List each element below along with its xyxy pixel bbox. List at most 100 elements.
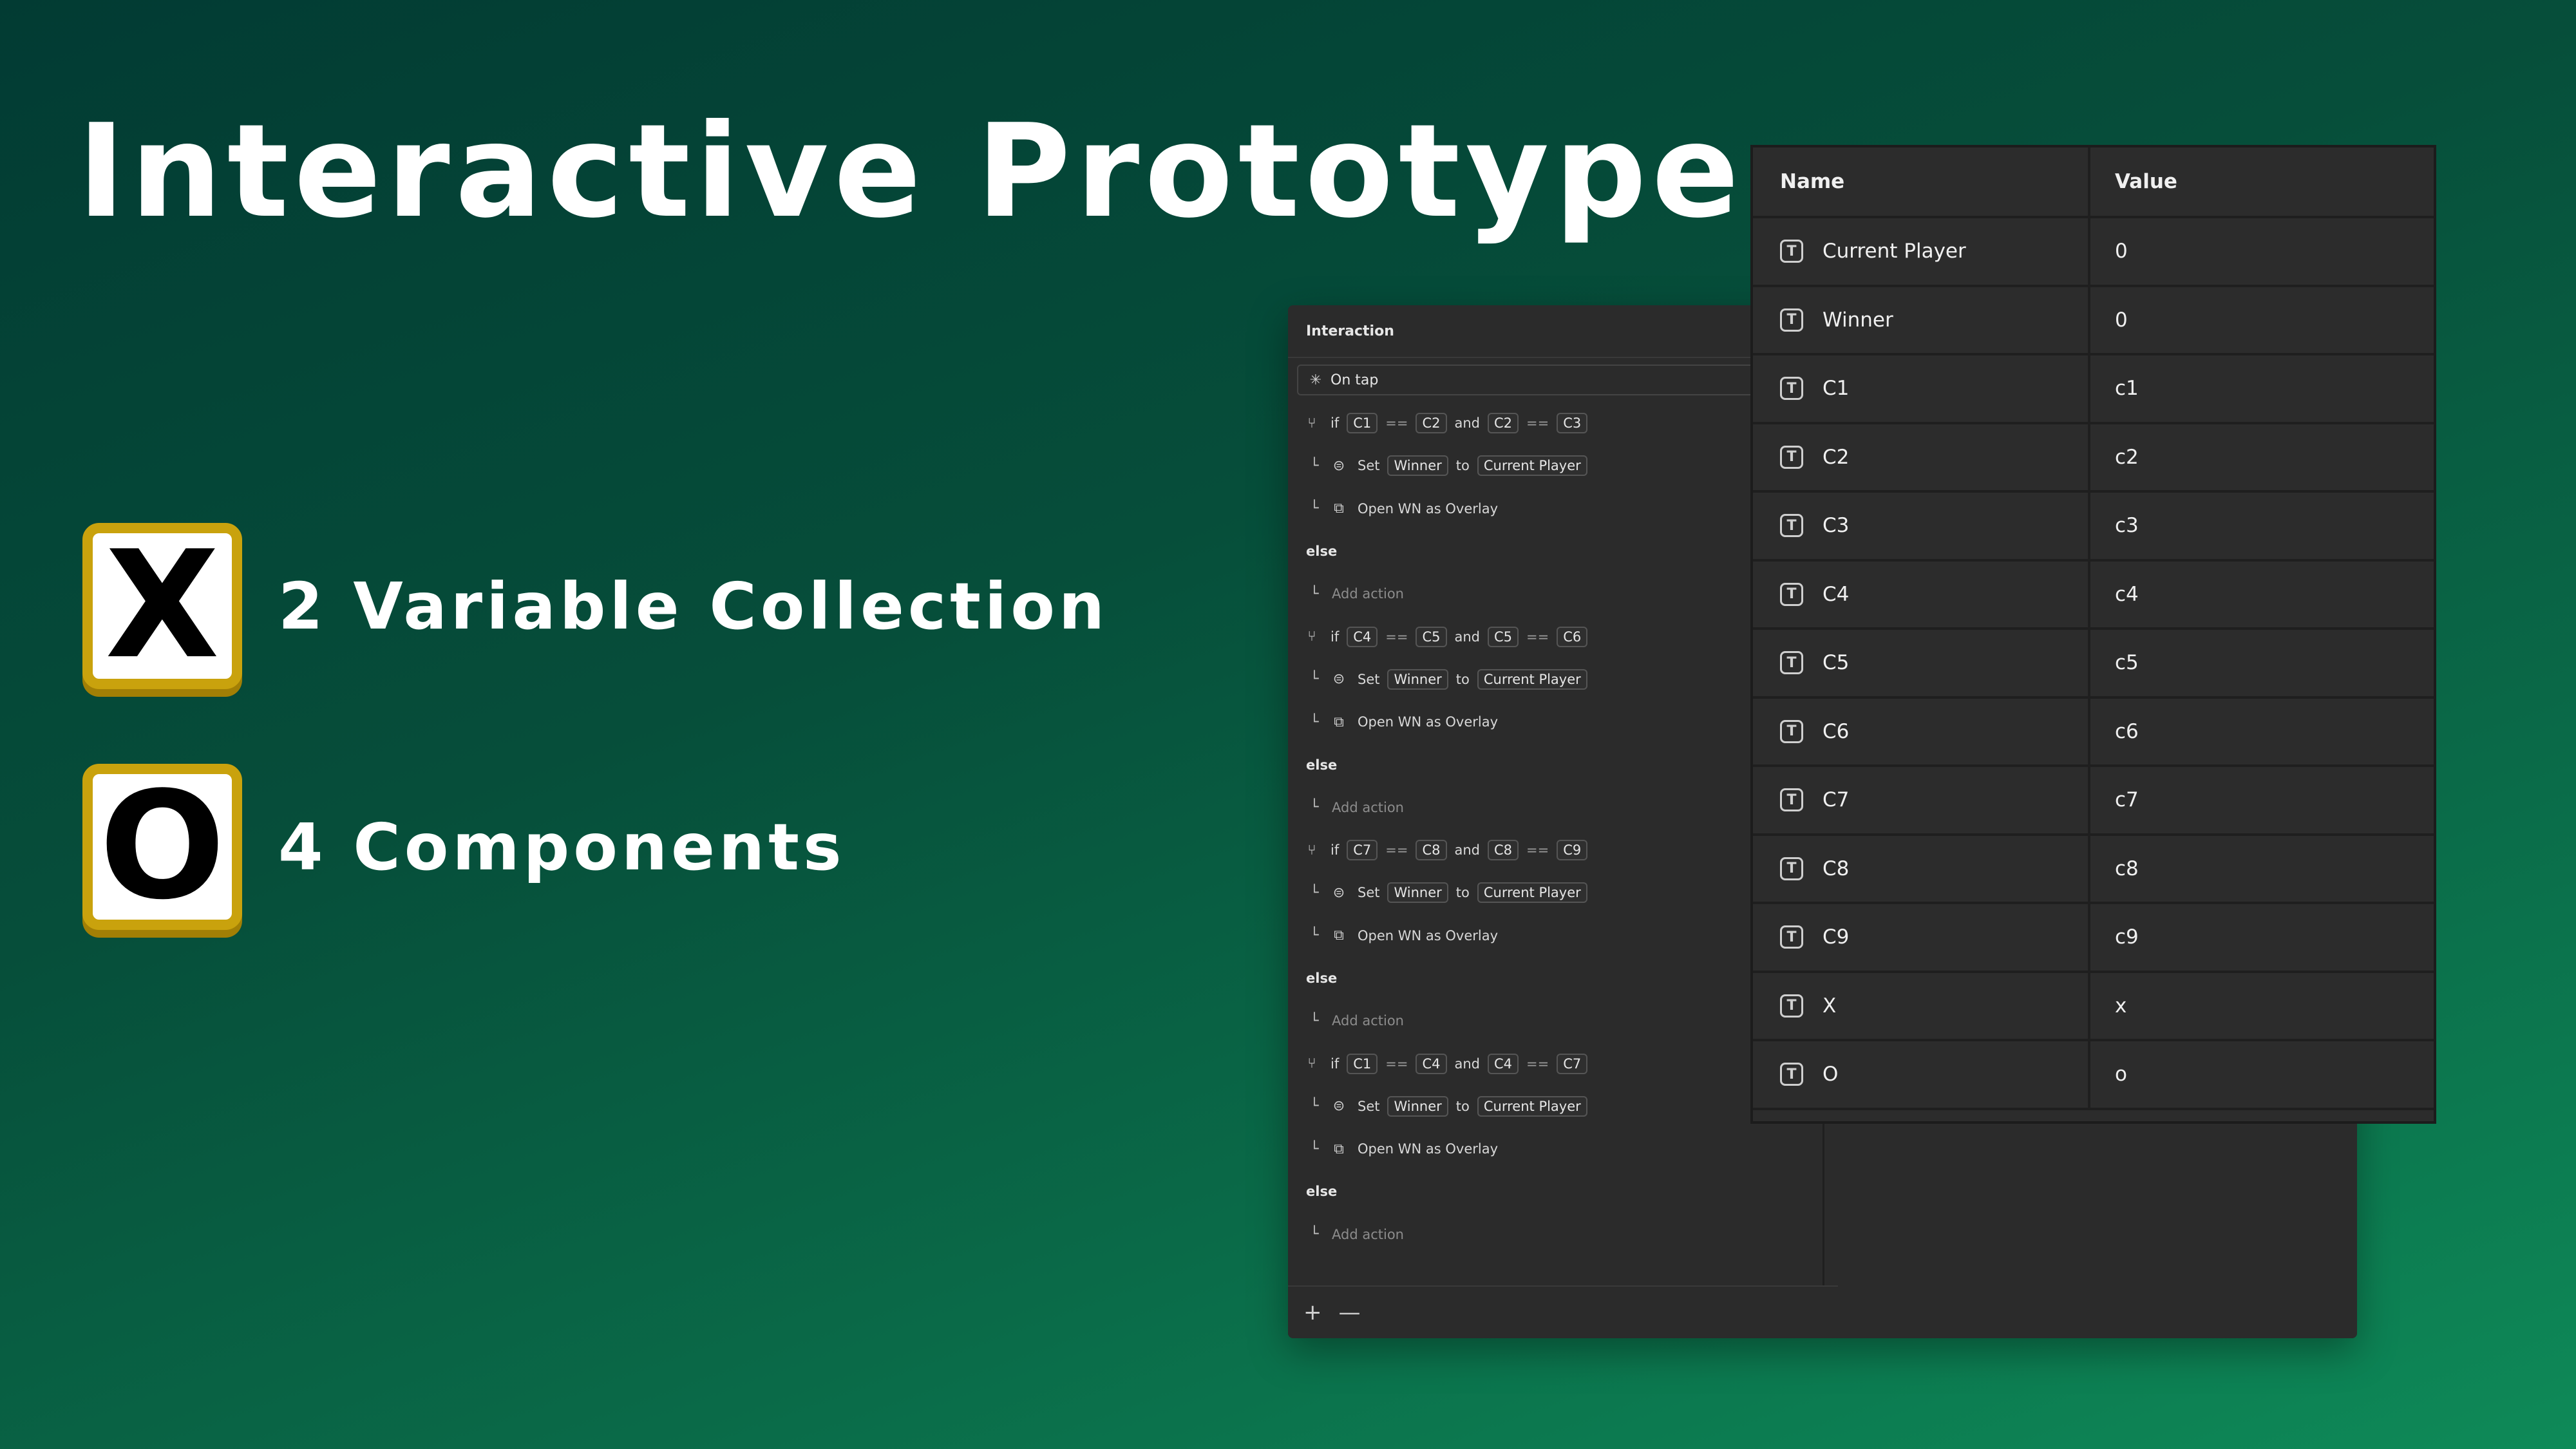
variable-chip[interactable]: C4 (1416, 1053, 1447, 1074)
variable-value[interactable]: c6 (2090, 699, 2434, 765)
variable-chip[interactable]: Current Player (1477, 668, 1587, 690)
variable-chip[interactable]: C1 (1347, 413, 1378, 434)
variable-name: Current Player (1823, 240, 1966, 263)
variable-value[interactable]: c1 (2090, 355, 2434, 422)
variable-name: X (1823, 994, 1837, 1018)
set-variable-row[interactable]: └ ⊜ Set Winner to Current Player (1301, 444, 1823, 487)
variable-chip[interactable]: C9 (1557, 840, 1588, 861)
variable-chip[interactable]: C2 (1416, 413, 1447, 434)
variable-value[interactable]: c5 (2090, 630, 2434, 696)
add-action-row[interactable]: └ Add action (1301, 1213, 1823, 1256)
variable-chip[interactable]: C1 (1347, 1053, 1378, 1074)
set-variable-row[interactable]: └ ⊜ Set Winner to Current Player (1301, 871, 1823, 914)
table-row[interactable]: T C1 c1 (1753, 355, 2434, 424)
variable-value[interactable]: c4 (2090, 562, 2434, 628)
variable-value[interactable]: c7 (2090, 767, 2434, 833)
variable-chip[interactable]: C7 (1347, 840, 1378, 861)
variable-value[interactable]: 0 (2090, 218, 2434, 285)
variable-chip[interactable]: Winner (1387, 455, 1448, 477)
add-action-row[interactable]: └ Add action (1301, 786, 1823, 829)
variable-value[interactable]: c8 (2090, 836, 2434, 902)
variable-value[interactable]: 0 (2090, 287, 2434, 354)
set-variable-row[interactable]: └ ⊜ Set Winner to Current Player (1301, 658, 1823, 701)
remove-icon[interactable]: — (1339, 1300, 1361, 1325)
if-condition-row[interactable]: ⑂ if C7 == C8 and C8 == C9 (1301, 829, 1823, 871)
equals-operator: == (1526, 1056, 1549, 1072)
add-action-placeholder[interactable]: Add action (1332, 586, 1404, 601)
variable-chip[interactable]: C5 (1416, 626, 1447, 647)
add-action-placeholder[interactable]: Add action (1332, 800, 1404, 815)
else-keyword: else (1306, 757, 1338, 773)
add-action-row[interactable]: └ Add action (1301, 999, 1823, 1042)
if-condition-row[interactable]: ⑂ if C4 == C5 and C5 == C6 (1301, 615, 1823, 658)
variable-chip[interactable]: C4 (1488, 1053, 1519, 1074)
variable-value[interactable]: c2 (2090, 424, 2434, 491)
variable-value[interactable]: c3 (2090, 493, 2434, 559)
variable-value[interactable]: c9 (2090, 904, 2434, 971)
open-overlay-row[interactable]: └ ⧉ Open WN as Overlay (1301, 488, 1823, 530)
variable-name: C5 (1823, 651, 1850, 675)
table-row[interactable]: T C3 c3 (1753, 493, 2434, 562)
variables-table: Name Value T Current Player 0 T Winner 0 T C1 c1… (1750, 145, 2436, 1124)
add-action-placeholder[interactable]: Add action (1332, 1227, 1404, 1242)
table-row[interactable]: T Winner 0 (1753, 287, 2434, 355)
set-variable-row[interactable]: └ ⊜ Set Winner to Current Player (1301, 1085, 1823, 1128)
variable-chip[interactable]: C3 (1557, 413, 1588, 434)
variable-name: C4 (1823, 582, 1850, 606)
open-overlay-row[interactable]: └ ⧉ Open WN as Overlay (1301, 914, 1823, 957)
variable-chip[interactable]: C8 (1416, 840, 1447, 861)
if-condition-row[interactable]: ⑂ if C1 == C4 and C4 == C7 (1301, 1042, 1823, 1084)
trigger-on-tap[interactable]: ✳ On tap (1297, 365, 1814, 395)
and-keyword: and (1454, 1056, 1481, 1072)
table-row[interactable]: TOo (1753, 1041, 2434, 1110)
table-row[interactable]: T C9 c9 (1753, 904, 2434, 973)
table-row[interactable]: T Current Player 0 (1753, 218, 2434, 287)
table-row[interactable]: TXx (1753, 972, 2434, 1041)
variable-chip[interactable]: Winner (1387, 668, 1448, 690)
variable-chip[interactable]: C7 (1557, 1053, 1588, 1074)
table-row[interactable]: T C5 c5 (1753, 630, 2434, 699)
indent-icon: └ (1310, 1012, 1319, 1029)
branch-icon: ⑂ (1307, 629, 1316, 645)
add-action-row[interactable]: └ Add action (1301, 573, 1823, 615)
text-variable-icon: T (1780, 377, 1803, 401)
variable-chip[interactable]: Winner (1387, 882, 1448, 904)
variable-chip[interactable]: Current Player (1477, 455, 1587, 477)
variable-chip[interactable]: C8 (1488, 840, 1519, 861)
variable-chip[interactable]: C5 (1488, 626, 1519, 647)
open-overlay-row[interactable]: └ ⧉ Open WN as Overlay (1301, 701, 1823, 743)
slide-title: Interactive Prototype (77, 97, 1745, 247)
table-row[interactable]: T C2 c2 (1753, 424, 2434, 493)
interaction-header: Interaction (1288, 305, 1823, 358)
add-icon[interactable]: + (1303, 1300, 1322, 1325)
else-row: else (1301, 743, 1823, 786)
table-row[interactable]: T C6 c6 (1753, 698, 2434, 767)
indent-icon: └ (1310, 799, 1319, 816)
feature-label: 2 Variable Collection (278, 568, 1109, 644)
add-action-placeholder[interactable]: Add action (1332, 1013, 1404, 1028)
variable-name-cell: T C3 (1753, 493, 2090, 559)
variable-value[interactable]: x (2090, 973, 2434, 1039)
variable-chip[interactable]: C2 (1488, 413, 1519, 434)
table-row[interactable]: T C7 c7 (1753, 767, 2434, 836)
text-variable-icon: T (1780, 719, 1803, 743)
variable-name-cell: T C2 (1753, 424, 2090, 490)
variable-chip[interactable]: C6 (1557, 626, 1588, 647)
feature-components: O 4 Components (82, 764, 846, 930)
overlay-icon: ⧉ (1334, 714, 1344, 730)
variable-chip[interactable]: Current Player (1477, 1095, 1587, 1117)
open-overlay-row[interactable]: └ ⧉ Open WN as Overlay (1301, 1128, 1823, 1170)
table-row[interactable]: T C8 c8 (1753, 835, 2434, 904)
set-keyword: Set (1358, 1098, 1380, 1114)
variable-chip[interactable]: Current Player (1477, 882, 1587, 904)
variable-name-cell: T C8 (1753, 835, 2090, 902)
variable-chip[interactable]: Winner (1387, 1095, 1448, 1117)
indent-icon: └ (1310, 1226, 1319, 1243)
variable-chip[interactable]: C4 (1347, 626, 1378, 647)
if-condition-row[interactable]: ⑂ if C1 == C2 and C2 == C3 (1301, 402, 1823, 444)
equals-operator: == (1385, 842, 1408, 858)
table-row[interactable]: T C4 c4 (1753, 561, 2434, 630)
variable-value[interactable]: o (2090, 1041, 2434, 1108)
interaction-rows: ⑂ if C1 == C2 and C2 == C3 └ ⊜ Set Winner to Current P… (1288, 402, 1823, 1256)
text-variable-icon: T (1780, 994, 1803, 1018)
